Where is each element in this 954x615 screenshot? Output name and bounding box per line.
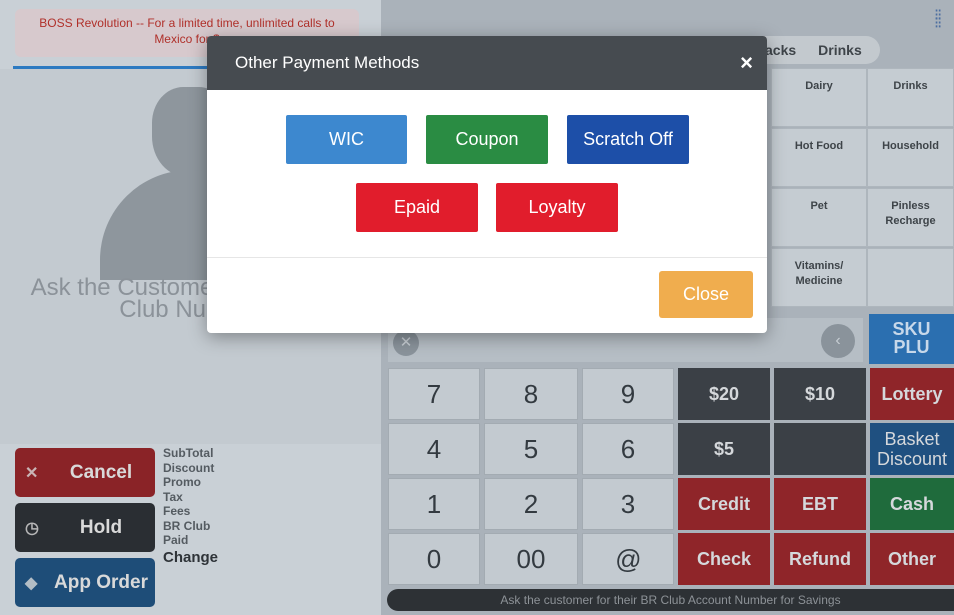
key-4[interactable]: 4	[388, 423, 480, 475]
footer-message: Ask the customer for their BR Club Accou…	[387, 589, 954, 611]
key-6[interactable]: 6	[582, 423, 674, 475]
key-8[interactable]: 8	[484, 368, 578, 420]
cash-5-button[interactable]: $5	[678, 423, 770, 475]
check-button[interactable]: Check	[678, 533, 770, 585]
tab-snacks[interactable]: acks	[765, 42, 796, 58]
dialog-body: WIC Coupon Scratch Off Epaid Loyalty	[207, 90, 767, 258]
scratch-off-button[interactable]: Scratch Off	[567, 115, 689, 164]
cash-10-button[interactable]: $10	[774, 368, 866, 420]
dialog-title: Other Payment Methods	[235, 53, 420, 72]
tag-icon: ◆	[25, 574, 38, 592]
cash-button[interactable]: Cash	[870, 478, 954, 530]
key-at[interactable]: @	[582, 533, 674, 585]
category-hot-food[interactable]: Hot Food	[771, 128, 867, 187]
totals-change-label: Change	[163, 548, 219, 566]
sku-plu-button[interactable]: SKU PLU	[869, 314, 954, 364]
key-1[interactable]: 1	[388, 478, 480, 530]
cash-20-button[interactable]: $20	[678, 368, 770, 420]
backspace-icon[interactable]: ‹	[821, 324, 855, 358]
lottery-button[interactable]: Lottery	[870, 368, 954, 420]
payment-methods-dialog: Other Payment Methods × WIC Coupon Scrat…	[207, 36, 767, 333]
key-3[interactable]: 3	[582, 478, 674, 530]
totals-fees-label: Fees	[163, 504, 191, 518]
empty-key	[774, 423, 866, 475]
cancel-button[interactable]: ✕ Cancel	[15, 448, 155, 497]
clear-icon[interactable]: ✕	[393, 330, 419, 356]
key-00[interactable]: 00	[484, 533, 578, 585]
app-order-label: App Order	[54, 571, 148, 593]
clock-icon: ◷	[25, 519, 39, 537]
loyalty-button[interactable]: Loyalty	[496, 183, 618, 232]
totals-paid-label: Paid	[163, 533, 189, 547]
category-pet[interactable]: Pet	[771, 188, 867, 247]
totals-promo-label: Promo	[163, 475, 202, 489]
tab-drinks[interactable]: Drinks	[818, 42, 862, 58]
close-button[interactable]: Close	[659, 271, 753, 318]
discount-label: Discount	[876, 449, 948, 469]
basket-label: Basket	[884, 429, 940, 449]
totals-discount-label: Discount	[163, 460, 215, 475]
ebt-button[interactable]: EBT	[774, 478, 866, 530]
hold-button[interactable]: ◷ Hold	[15, 503, 155, 552]
plu-label: PLU	[893, 337, 930, 357]
key-5[interactable]: 5	[484, 423, 578, 475]
coupon-button[interactable]: Coupon	[426, 115, 548, 164]
close-icon: ✕	[25, 464, 39, 482]
key-2[interactable]: 2	[484, 478, 578, 530]
key-7[interactable]: 7	[388, 368, 480, 420]
totals-tax-label: Tax	[163, 489, 183, 504]
other-button[interactable]: Other	[870, 533, 954, 585]
category-household[interactable]: Household	[867, 128, 954, 187]
dialog-header: Other Payment Methods ×	[207, 36, 767, 90]
dialog-footer: Close	[207, 258, 767, 333]
hold-label: Hold	[79, 516, 123, 538]
category-drinks[interactable]: Drinks	[867, 68, 954, 127]
close-icon[interactable]: ×	[740, 50, 753, 76]
basket-discount-button[interactable]: Basket Discount	[870, 423, 954, 475]
app-order-button[interactable]: ◆ App Order	[15, 558, 155, 607]
cancel-label: Cancel	[69, 461, 133, 483]
category-empty	[867, 248, 954, 307]
totals-subtotal-label: SubTotal	[163, 446, 214, 460]
category-pinless-recharge[interactable]: Pinless Recharge	[867, 188, 954, 247]
totals-brclub-label: BR Club	[163, 518, 211, 533]
key-0[interactable]: 0	[388, 533, 480, 585]
key-9[interactable]: 9	[582, 368, 674, 420]
category-vitamins-medicine[interactable]: Vitamins/ Medicine	[771, 248, 867, 307]
refund-button[interactable]: Refund	[774, 533, 866, 585]
totals-panel: SubTotal Discount Promo Tax Fees BR Club…	[163, 446, 218, 568]
grid-menu-icon[interactable]: ⁝⁝ ⁝⁝	[934, 8, 950, 36]
category-tabs: acks Drinks	[750, 36, 880, 64]
credit-button[interactable]: Credit	[678, 478, 770, 530]
category-dairy[interactable]: Dairy	[771, 68, 867, 127]
sku-label: SKU	[892, 319, 931, 339]
wic-button[interactable]: WIC	[286, 115, 407, 164]
epaid-button[interactable]: Epaid	[356, 183, 478, 232]
